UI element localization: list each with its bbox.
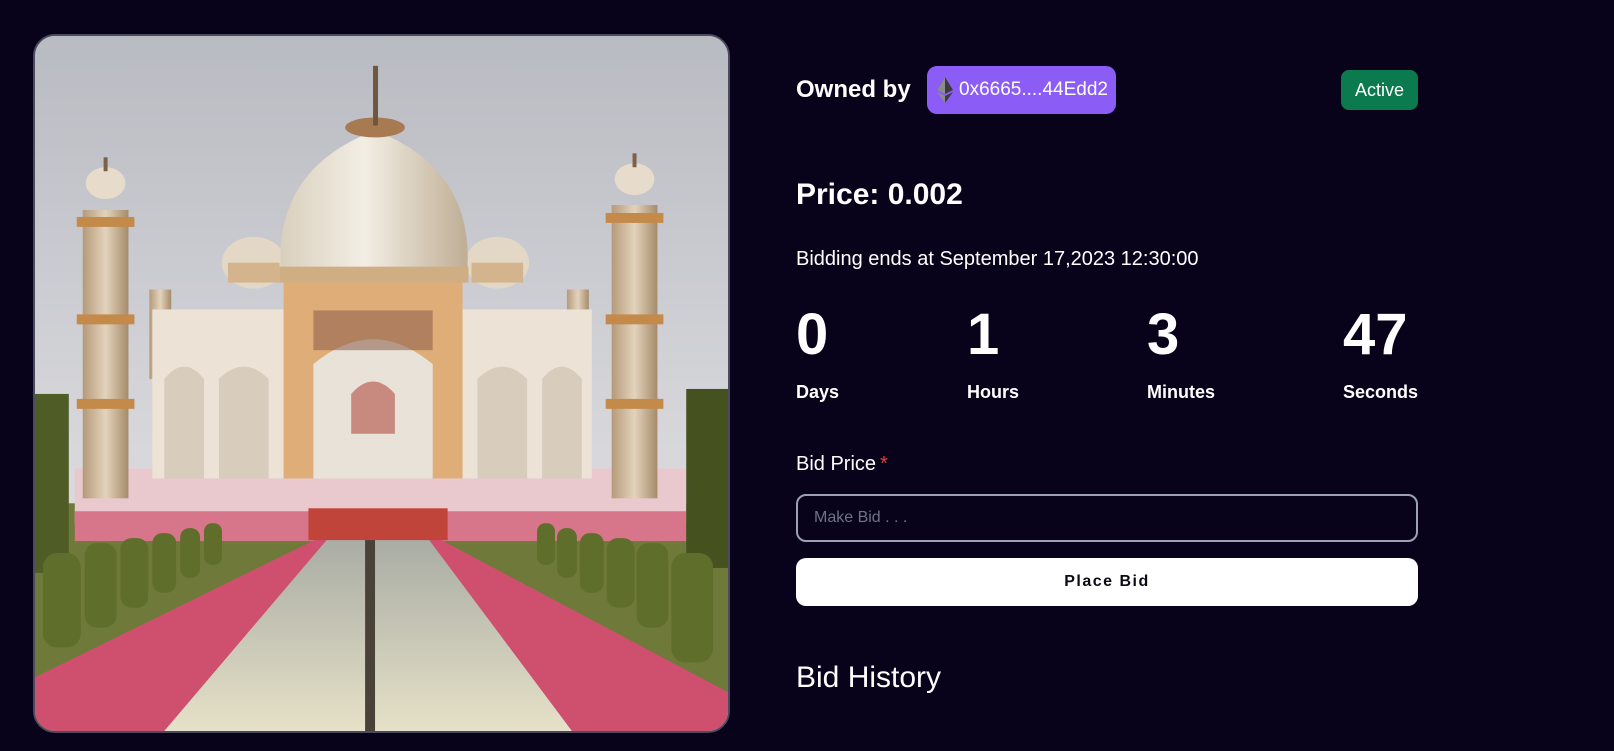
bid-price-input[interactable] [796,494,1418,542]
auction-details: Owned by 0x6665....44Edd2 Active Price: … [796,0,1418,751]
auction-page: Owned by 0x6665....44Edd2 Active Price: … [0,0,1614,751]
bid-history-title: Bid History [796,661,942,694]
owner-row: Owned by 0x6665....44Edd2 Active [796,66,1418,114]
countdown-timer: 0 Days 1 Hours 3 Minutes 47 Seconds [796,302,1418,412]
owned-by-label: Owned by [796,76,911,103]
countdown-minutes-value: 3 [1147,302,1180,367]
price: Price: 0.002 [796,178,963,211]
owner-address: 0x6665....44Edd2 [959,79,1108,100]
countdown-hours-value: 1 [967,302,1000,367]
countdown-minutes: 3 Minutes [1147,302,1215,403]
countdown-seconds-value: 47 [1343,302,1408,367]
status-badge: Active [1340,70,1418,110]
countdown-days-value: 0 [796,302,829,367]
countdown-seconds-label: Seconds [1343,382,1419,402]
owner-address-chip[interactable]: 0x6665....44Edd2 [927,66,1116,114]
countdown-seconds: 47 Seconds [1343,302,1418,403]
countdown-hours: 1 Hours [967,302,1019,403]
required-indicator: * [880,453,888,475]
bid-price-label: Bid Price * [796,453,888,476]
taj-mahal-illustration [35,36,728,731]
countdown-days: 0 Days [796,302,839,403]
place-bid-button[interactable]: Place Bid [796,558,1418,606]
countdown-days-label: Days [796,382,840,402]
bidding-end-time: Bidding ends at September 17,2023 12:30:… [796,248,1199,270]
bid-price-label-text: Bid Price [796,453,877,475]
nft-image [33,34,730,733]
countdown-minutes-label: Minutes [1147,382,1216,402]
ethereum-icon [937,77,953,103]
countdown-hours-label: Hours [967,382,1020,402]
